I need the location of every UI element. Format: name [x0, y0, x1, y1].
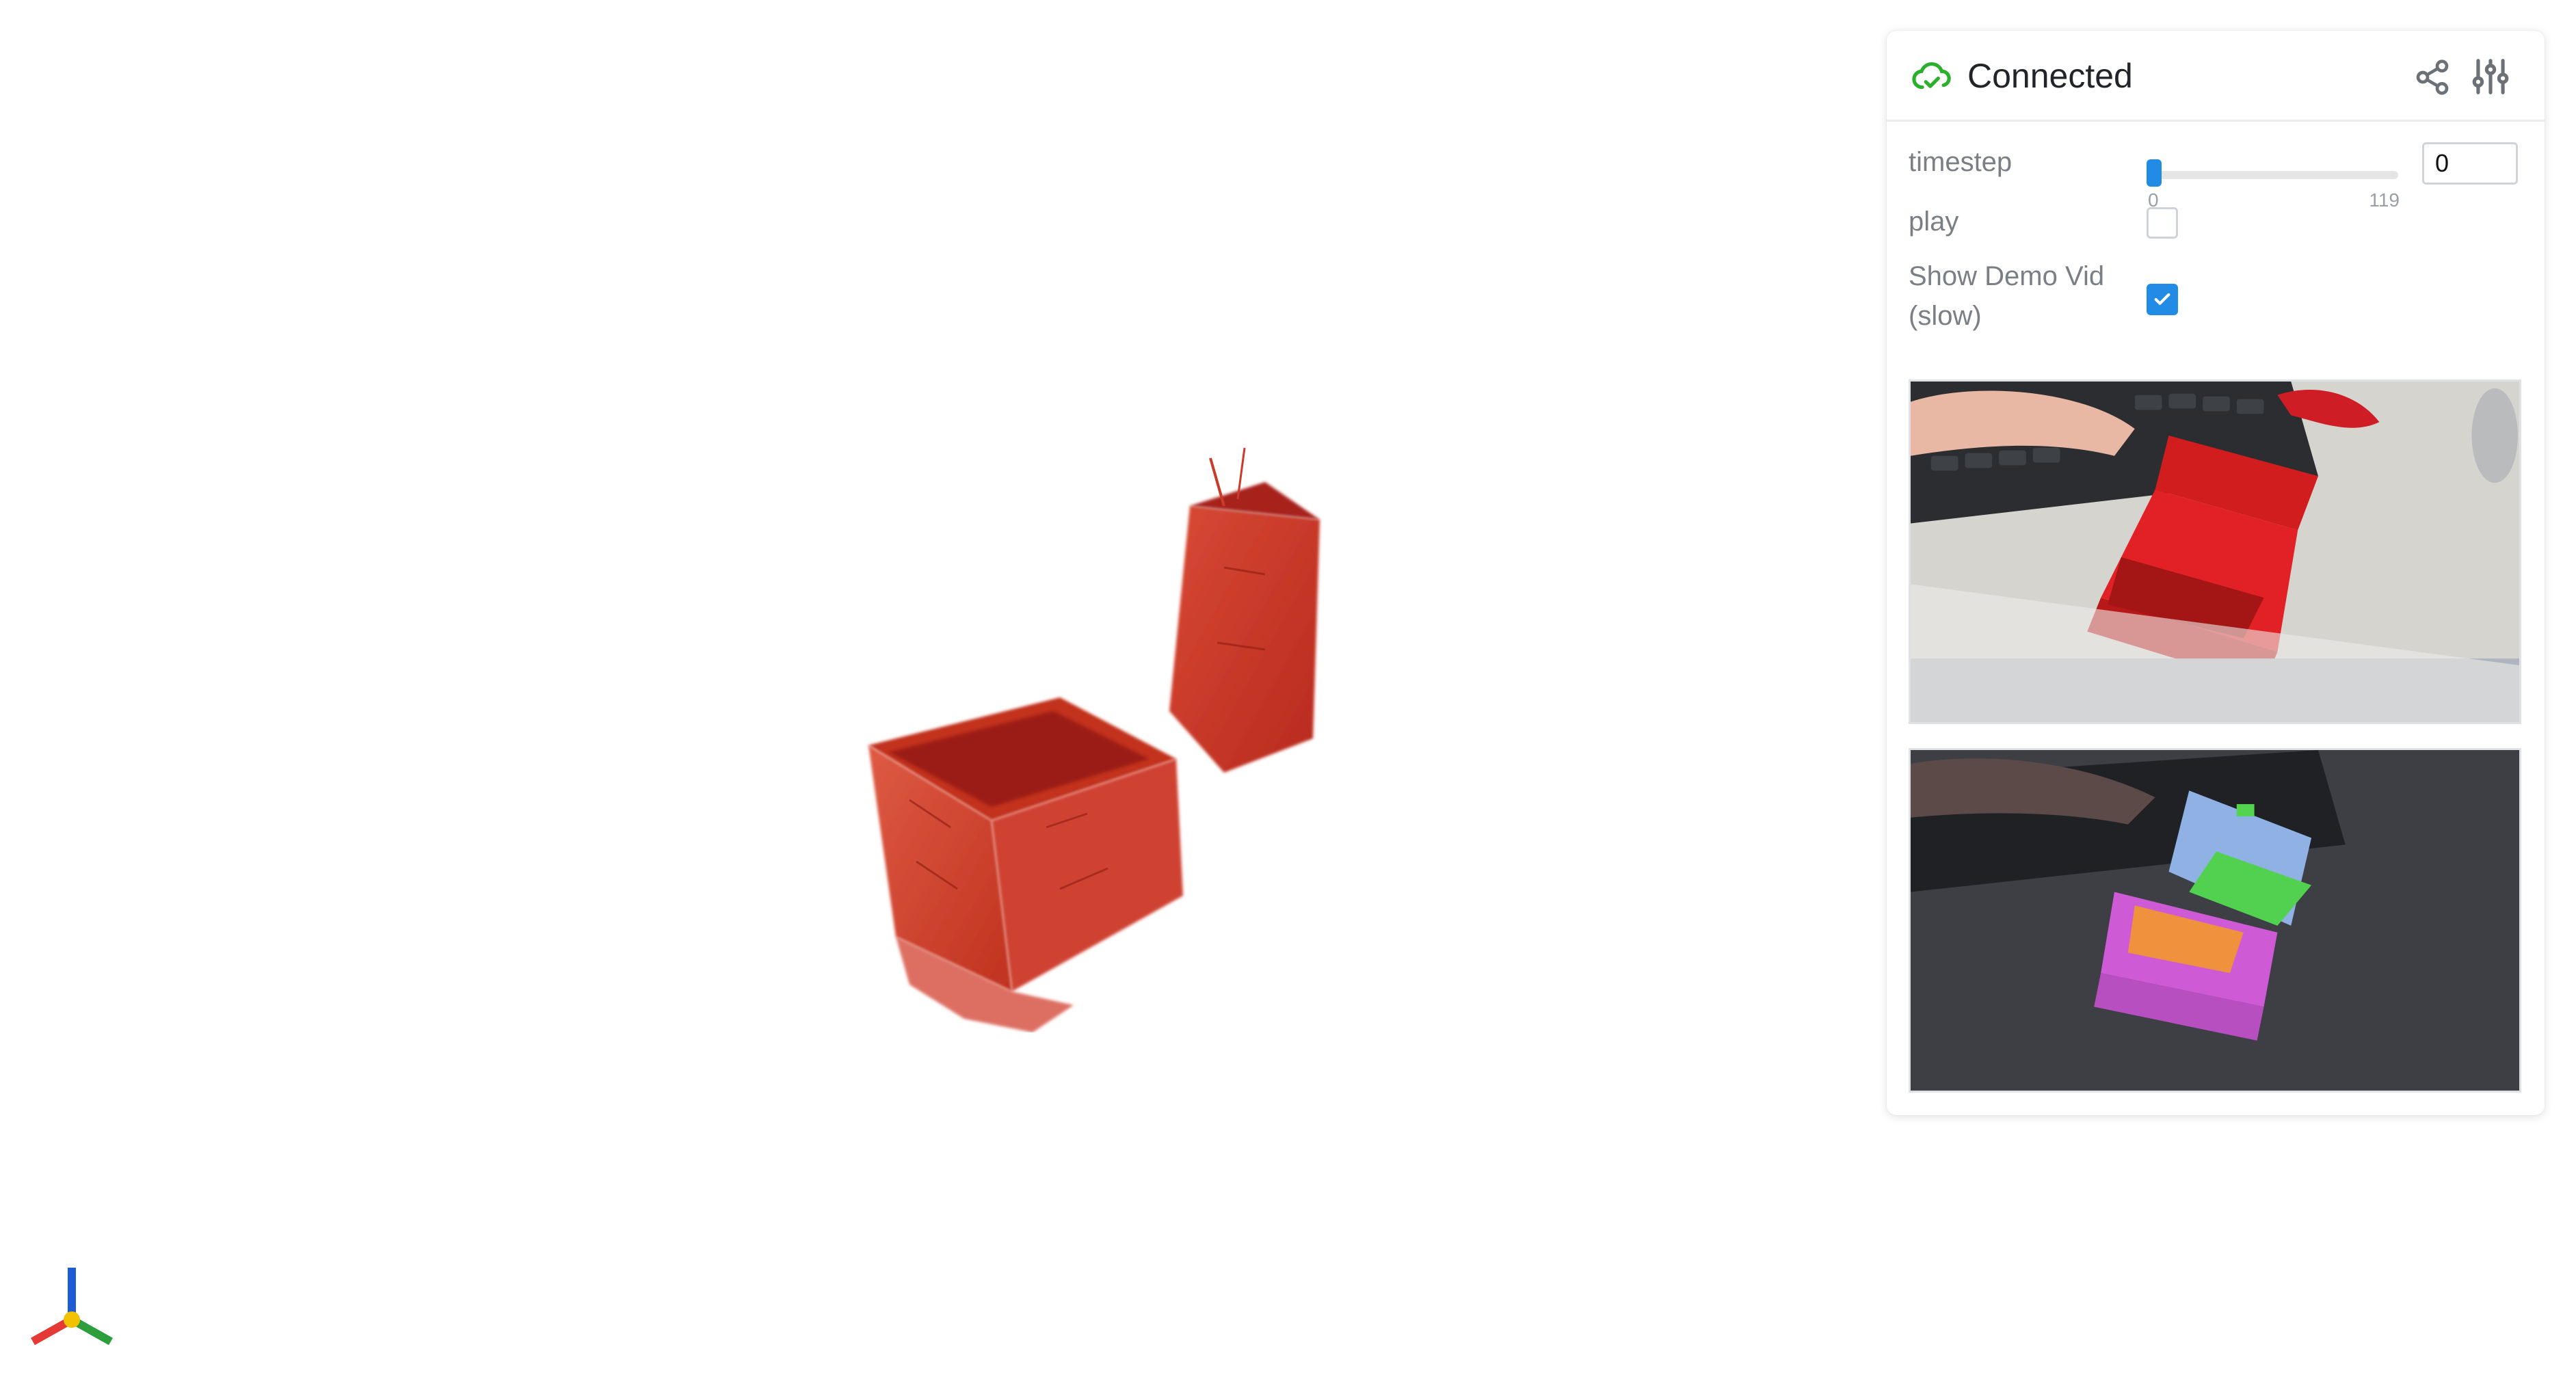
control-panel: Connected timestep 0 119 0 play Show Dem…: [1887, 31, 2545, 1115]
segmentation-overlay-frame: [1909, 748, 2521, 1093]
play-label: play: [1909, 206, 1959, 237]
slider-track: [2152, 171, 2398, 179]
play-checkbox[interactable]: [2147, 207, 2178, 239]
checkmark-icon: [2154, 293, 2170, 305]
timestep-label: timestep: [1909, 147, 2013, 177]
settings-sliders-icon[interactable]: [2469, 55, 2512, 98]
rgb-demo-frame: [1909, 379, 2521, 724]
cloud-check-icon: [1912, 62, 1951, 90]
timestep-slider[interactable]: 0 119: [2147, 147, 2406, 211]
connection-status: Connected: [1967, 57, 2133, 95]
show-demo-label: Show Demo Vid (slow): [1909, 261, 2105, 331]
slider-thumb[interactable]: [2147, 159, 2162, 187]
share-icon[interactable]: [2413, 58, 2452, 96]
timestep-input[interactable]: 0: [2422, 142, 2518, 185]
axes-gizmo: [31, 1268, 113, 1346]
slider-max-label: 119: [2369, 189, 2400, 211]
red-box-3d-render: [868, 447, 1320, 1032]
show-demo-checkbox[interactable]: [2147, 284, 2178, 315]
panel-header: Connected: [1887, 31, 2545, 122]
